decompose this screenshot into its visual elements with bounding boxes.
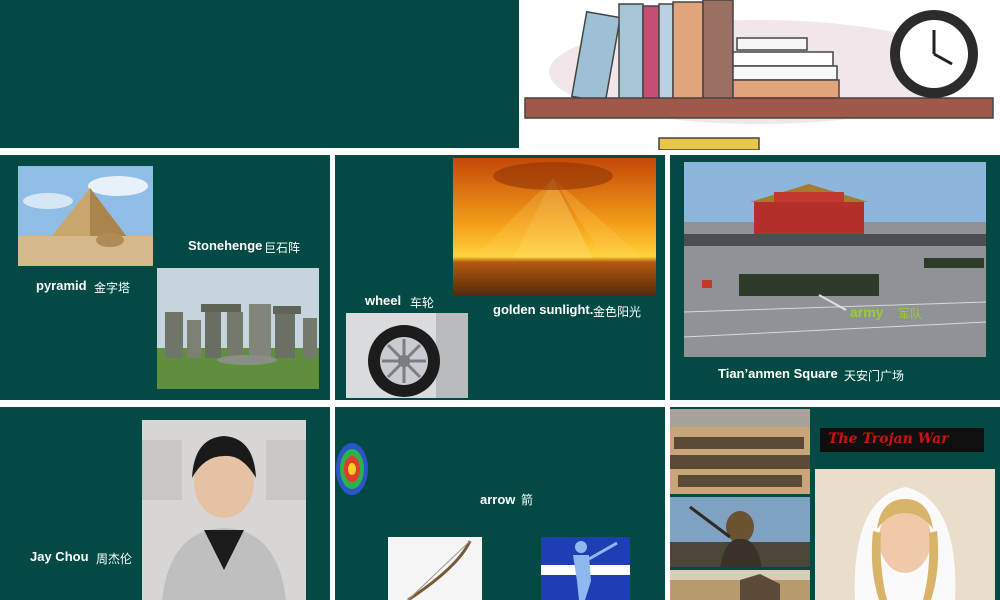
- archer-icon: [541, 537, 630, 600]
- jay-chou-cn-label: 周杰伦: [96, 552, 133, 566]
- bow-icon: [388, 537, 482, 600]
- square-army-card: army 军队 Tian’anmen Square 天安门广场: [670, 155, 1000, 400]
- sunlight-photo: [453, 158, 656, 295]
- pyramid-cn-label: 金字塔: [94, 281, 131, 295]
- trojan-war-card: The Trojan War: [670, 407, 1000, 600]
- stonehenge-photo: [157, 268, 319, 389]
- trojan-title-box: The Trojan War: [820, 428, 984, 452]
- army-label: army: [850, 304, 884, 320]
- helen-photo: [815, 469, 995, 600]
- pyramid-label: pyramid: [36, 278, 87, 293]
- stonehenge-cn-label: 巨石阵: [264, 241, 301, 255]
- arrow-label: arrow: [480, 492, 516, 507]
- stonehenge-label: Stonehenge: [188, 238, 263, 253]
- arrow-card: arrow 箭: [335, 407, 665, 600]
- troops-photo: [670, 409, 810, 494]
- wheel-cn-label: 车轮: [410, 296, 435, 310]
- clock-icon: [882, 8, 986, 102]
- wheel-sunlight-card: wheel 车轮 golden sunlight. 金色阳光: [335, 155, 665, 400]
- jay-chou-card: Jay Chou 周杰伦: [0, 407, 330, 600]
- square-label: Tian’anmen Square: [718, 366, 838, 381]
- wheel-photo: [346, 313, 468, 398]
- jay-chou-photo: [142, 420, 306, 600]
- target-icon: [335, 442, 369, 496]
- pyramid-photo: [18, 166, 153, 266]
- tiananmen-photo: [684, 162, 986, 357]
- jay-chou-label: Jay Chou: [30, 549, 89, 564]
- trojan-title: The Trojan War: [828, 431, 949, 447]
- warrior-photo: [670, 497, 810, 567]
- arrow-cn-label: 箭: [521, 493, 534, 507]
- horse-photo: [670, 570, 810, 600]
- pyramid-stonehenge-card: Stonehenge 巨石阵 pyramid 金字塔: [0, 155, 330, 400]
- top-left-panel: [0, 0, 519, 148]
- wheel-label: wheel: [365, 293, 402, 308]
- sunlight-label: golden sunlight.: [493, 302, 594, 317]
- square-cn-label: 天安门广场: [844, 369, 905, 383]
- sunlight-cn-label: 金色阳光: [593, 305, 642, 319]
- army-cn-label: 军队: [898, 307, 923, 321]
